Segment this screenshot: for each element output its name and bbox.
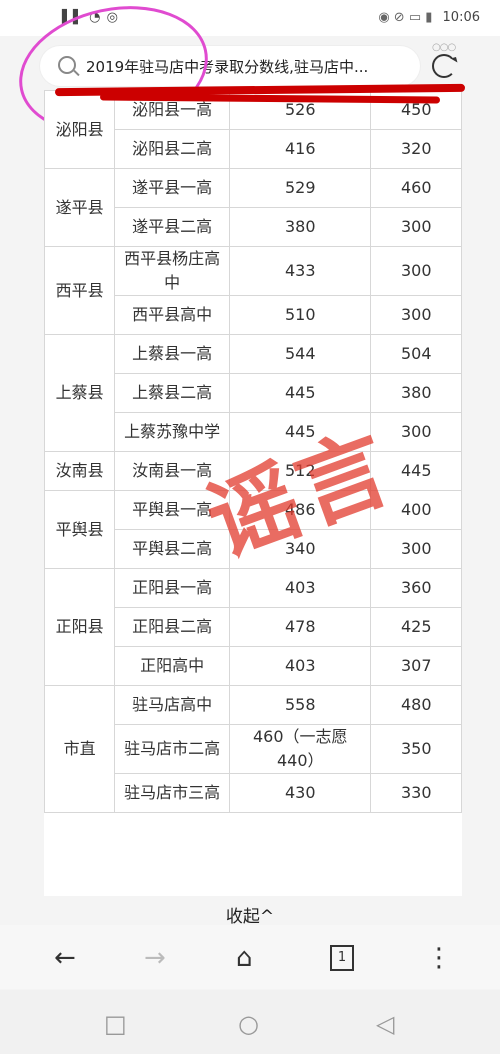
- line-cell: 300: [370, 295, 462, 335]
- score-cell: 529: [229, 168, 372, 208]
- school-cell: 泌阳县二高: [114, 129, 231, 169]
- school-cell: 正阳县二高: [114, 607, 231, 647]
- county-cell: 汝南县: [44, 451, 116, 491]
- line-cell: 360: [370, 568, 462, 608]
- line-cell: 300: [370, 246, 462, 296]
- score-cell: 403: [229, 646, 372, 686]
- line-cell: 425: [370, 607, 462, 647]
- county-cell: 平舆县: [44, 490, 116, 569]
- line-cell: 380: [370, 373, 462, 413]
- status-icons: ◉ ⊘ ▭ ▮: [378, 10, 433, 25]
- table-row: 上蔡县 上蔡县一高 544 504: [44, 334, 462, 452]
- line-cell: 307: [370, 646, 462, 686]
- school-cell: 上蔡苏豫中学: [114, 412, 231, 452]
- county-cell: 上蔡县: [44, 334, 116, 452]
- line-cell: 320: [370, 129, 462, 169]
- score-cell: 460（一志愿440）: [229, 724, 372, 774]
- forward-arrow-icon[interactable]: →: [144, 943, 166, 973]
- line-cell: 480: [370, 685, 462, 725]
- browser-toolbar: ← → ⌂ 1 ⋮: [0, 925, 500, 989]
- county-cell: 遂平县: [44, 168, 116, 247]
- line-cell: 300: [370, 207, 462, 247]
- table-row: 西平县 西平县杨庄高中 433 300: [44, 246, 462, 335]
- school-cell: 西平县高中: [114, 295, 231, 335]
- more-dots-icon: ○○○: [432, 42, 456, 53]
- tabs-button[interactable]: 1: [330, 945, 354, 971]
- score-cell: 510: [229, 295, 372, 335]
- line-cell: 300: [370, 412, 462, 452]
- table-row: 市直 驻马店高中 558 480: [44, 685, 462, 813]
- line-cell: 504: [370, 334, 462, 374]
- refresh-icon[interactable]: [432, 54, 456, 78]
- line-cell: 460: [370, 168, 462, 208]
- home-icon[interactable]: ⌂: [236, 943, 253, 973]
- school-cell: 正阳高中: [114, 646, 231, 686]
- school-cell: 上蔡县一高: [114, 334, 231, 374]
- county-cell: 市直: [44, 685, 116, 813]
- school-cell: 遂平县一高: [114, 168, 231, 208]
- score-cell: 433: [229, 246, 372, 296]
- school-cell: 驻马店市二高: [114, 724, 231, 774]
- school-cell: 平舆县二高: [114, 529, 231, 569]
- back-arrow-icon[interactable]: ←: [54, 943, 76, 973]
- county-cell: 正阳县: [44, 568, 116, 686]
- line-cell: 330: [370, 773, 462, 813]
- home-circle-icon[interactable]: ○: [238, 1010, 259, 1038]
- score-cell: 478: [229, 607, 372, 647]
- county-cell: 西平县: [44, 246, 116, 335]
- school-cell: 驻马店高中: [114, 685, 231, 725]
- table-row: 遂平县 遂平县一高 529 460: [44, 168, 462, 247]
- score-cell: 416: [229, 129, 372, 169]
- county-cell: 泌阳县: [44, 90, 116, 169]
- school-cell: 正阳县一高: [114, 568, 231, 608]
- score-cell: 430: [229, 773, 372, 813]
- school-cell: 遂平县二高: [114, 207, 231, 247]
- clock: 10:06: [442, 10, 480, 25]
- school-cell: 驻马店市三高: [114, 773, 231, 813]
- score-cell: 558: [229, 685, 372, 725]
- system-back-icon[interactable]: ◁: [376, 1010, 394, 1038]
- score-cell: 380: [229, 207, 372, 247]
- system-nav: □ ○ ◁: [0, 990, 500, 1054]
- recent-apps-icon[interactable]: □: [104, 1010, 127, 1038]
- school-cell: 西平县杨庄高中: [114, 246, 231, 296]
- menu-icon[interactable]: ⋮: [426, 943, 452, 973]
- score-cell: 544: [229, 334, 372, 374]
- collapse-button[interactable]: 收起^: [0, 902, 500, 927]
- line-cell: 350: [370, 724, 462, 774]
- school-cell: 上蔡县二高: [114, 373, 231, 413]
